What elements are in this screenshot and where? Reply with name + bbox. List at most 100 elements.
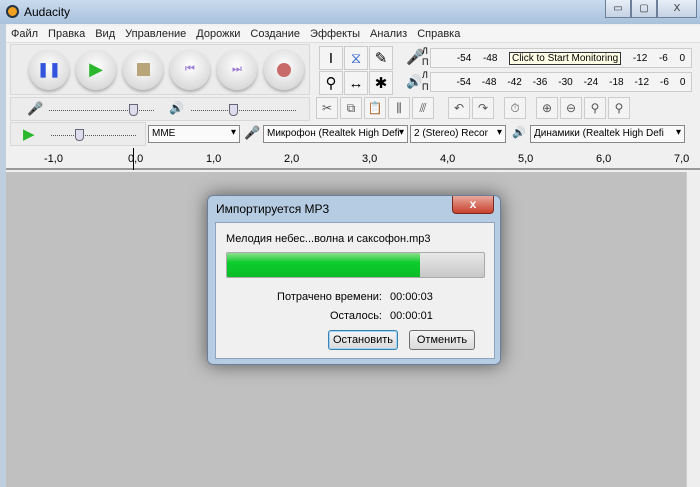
monitoring-tooltip[interactable]: Click to Start Monitoring [509,51,622,65]
record-meter[interactable]: -54 -48 Click to Start Monitoring -12 -6 0 [430,48,692,68]
selection-tool[interactable]: I [319,46,343,70]
ruler-label: -1,0 [44,153,63,165]
zoom-tool[interactable]: ⚲ [319,71,343,95]
skip-end-button[interactable]: ⏭ [217,49,257,90]
microphone-icon: 🎤 [244,125,261,140]
audio-host-select[interactable]: MME [148,125,240,143]
elapsed-label: Потрачено времени: [277,291,382,303]
meter-tick: -42 [507,76,522,88]
ruler-label: 6,0 [596,153,612,165]
pause-button[interactable]: ❚❚ [29,49,69,90]
timeshift-tool[interactable]: ↔ [344,71,368,95]
fit-project-button[interactable]: ⚲ [608,97,630,119]
minimize-button[interactable]: ▭ [605,0,631,18]
menu-view[interactable]: Вид [90,26,120,42]
channel-right-label: П [422,82,429,92]
zoom-out-button[interactable]: ⊖ [560,97,582,119]
paste-icon: 📋 [367,101,383,115]
fit-project-icon: ⚲ [614,101,624,115]
window-title: Audacity [24,5,71,19]
slider-thumb[interactable] [229,104,238,116]
progress-fill [227,253,420,277]
stop-icon [136,63,150,76]
undo-button[interactable]: ↶ [448,97,470,119]
playback-device-select[interactable]: Динамики (Realtek High Defi [530,125,685,143]
trim-icon: ⫼ [396,100,402,115]
menu-tracks[interactable]: Дорожки [191,26,245,42]
edit-toolbar: ✂ ⧉ 📋 ⫼ ⫻ ↶ ↷ ⏱ ⊕ ⊖ ⚲ ⚲ [316,97,630,119]
stop-button[interactable] [123,49,163,90]
recording-channels-select[interactable]: 2 (Stereo) Recor [410,125,506,143]
menu-file[interactable]: Файл [6,26,43,42]
copy-button[interactable]: ⧉ [340,97,362,119]
ruler-label: 0,0 [128,153,144,165]
dialog-close-button[interactable]: x [452,196,494,214]
meter-tick: -24 [583,76,599,88]
meter-tick: -48 [481,76,497,88]
input-volume-slider[interactable] [49,110,154,111]
cut-button[interactable]: ✂ [316,97,338,119]
ruler-label: 7,0 [674,153,690,165]
meter-tick: -18 [609,76,624,88]
menu-effects[interactable]: Эффекты [305,26,365,42]
play-at-speed-button[interactable]: ▶ [23,125,35,143]
silence-button[interactable]: ⫻ [412,97,434,119]
play-icon: ▶ [89,59,103,79]
speed-slider[interactable] [51,135,136,136]
menu-transport[interactable]: Управление [120,26,191,42]
audacity-logo-icon [6,5,19,18]
record-button[interactable] [264,49,304,90]
envelope-icon: ⧖ [350,49,362,67]
meter-tick: -6 [659,76,669,88]
output-volume-slider[interactable] [191,110,296,111]
slider-thumb[interactable] [129,104,138,116]
timer-icon: ⏱ [510,100,520,115]
asterisk-icon: ✱ [374,75,388,92]
trim-button[interactable]: ⫼ [388,97,410,119]
paste-button[interactable]: 📋 [364,97,386,119]
stop-import-button[interactable]: Остановить [328,330,398,350]
slider-thumb[interactable] [75,129,84,141]
pencil-icon: ✎ [374,50,388,67]
meter-tick: -6 [658,52,668,64]
redo-icon: ↷ [477,101,489,115]
silence-icon: ⫻ [419,100,427,115]
play-button[interactable]: ▶ [76,49,116,90]
elapsed-value: 00:00:03 [390,291,433,303]
copy-icon: ⧉ [346,100,356,115]
remaining-label: Осталось: [329,310,382,322]
menu-edit[interactable]: Правка [43,26,90,42]
menu-help[interactable]: Справка [412,26,465,42]
import-progress-dialog: Импортируется MP3 x Мелодия небес...волн… [207,195,501,365]
zoom-in-button[interactable]: ⊕ [536,97,558,119]
fit-selection-button[interactable]: ⚲ [584,97,606,119]
vertical-scrollbar[interactable] [686,172,700,487]
menu-generate[interactable]: Создание [245,26,305,42]
file-name-label: Мелодия небес...волна и саксофон.mp3 [226,233,431,245]
envelope-tool[interactable]: ⧖ [344,46,368,70]
cancel-import-button[interactable]: Отменить [409,330,475,350]
playhead-marker[interactable] [133,148,134,170]
timeline-ruler[interactable]: -1,0 0,0 1,0 2,0 3,0 4,0 5,0 6,0 7,0 [6,148,700,170]
draw-tool[interactable]: ✎ [369,46,393,70]
meter-tick: 0 [679,76,686,88]
recording-device-select[interactable]: Микрофон (Realtek High Defi [263,125,408,143]
mixer-toolbar: 🎤 🔊 [10,97,310,121]
zoom-in-icon: ⊕ [541,101,553,115]
multi-tool[interactable]: ✱ [369,71,393,95]
speaker-icon: 🔊 [512,127,526,139]
close-button[interactable]: X [657,0,697,18]
sync-lock-button[interactable]: ⏱ [504,97,526,119]
speaker-icon: 🔊 [406,74,423,89]
redo-button[interactable]: ↷ [472,97,494,119]
i-beam-icon: I [328,49,334,67]
maximize-button[interactable]: ▢ [631,0,657,18]
meter-tick: -54 [456,52,472,64]
menu-analyze[interactable]: Анализ [365,26,412,42]
skip-start-button[interactable]: ⏮ [170,49,210,90]
playback-meter[interactable]: -54 -48 -42 -36 -30 -24 -18 -12 -6 0 [430,72,692,92]
meter-tick: -48 [482,52,498,64]
channel-left-label: Л [422,46,428,56]
ruler-label: 4,0 [440,153,456,165]
meter-tick: 0 [679,52,686,64]
